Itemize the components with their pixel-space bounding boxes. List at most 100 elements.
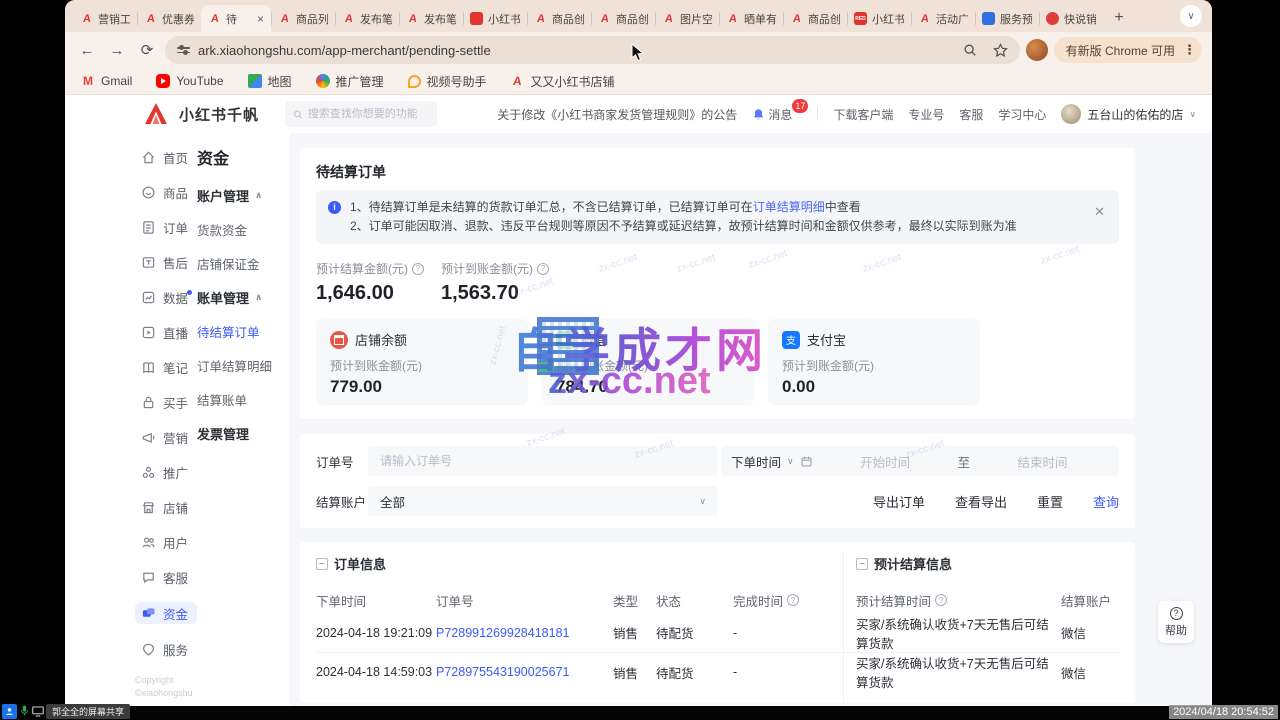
sidebar-item-goods[interactable]: 商品 (135, 182, 197, 202)
bookmark-channels-helper[interactable]: 视频号助手 (408, 73, 487, 90)
browser-tab[interactable]: 服务预 (975, 5, 1039, 32)
query-button[interactable]: 查询 (1093, 492, 1119, 511)
search-icon[interactable] (963, 43, 977, 57)
tab-close-icon[interactable]: × (257, 13, 264, 25)
browser-tab[interactable]: 发布笔 (335, 5, 399, 32)
submenu-group-invoice[interactable]: 发票管理 (197, 424, 290, 443)
submenu-item-goods-funds[interactable]: 货款资金 (197, 220, 290, 239)
bookmark-gmail[interactable]: Gmail (81, 74, 132, 88)
browser-tab[interactable]: 小红书 (463, 5, 527, 32)
sidebar-item-promotion[interactable]: 推广 (135, 462, 197, 482)
collapse-icon[interactable]: − (856, 558, 868, 570)
table-group-divider (843, 552, 844, 703)
order-number-link[interactable]: P728991269928418181 (436, 626, 613, 640)
browser-tab[interactable]: 图片空 (655, 5, 719, 32)
chrome-update-chip[interactable]: 有新版 Chrome 可用 ⋮ (1054, 37, 1202, 63)
browser-tab[interactable]: 发布笔 (399, 5, 463, 32)
nav-customer-service[interactable]: 客服 (959, 106, 983, 123)
filter-panel: 订单号 下单时间 ∨ 开始时间 至 结束时间 (300, 434, 1135, 528)
store-switcher[interactable]: 五台山的佑佑的店 ∨ (1061, 104, 1196, 124)
submenu-item-settle-bill[interactable]: 结算账单 (197, 390, 290, 409)
microphone-icon (19, 705, 30, 717)
browser-tab[interactable]: 晒单有 (719, 5, 783, 32)
browser-tab-active[interactable]: 待× (201, 5, 271, 32)
address-bar[interactable]: ark.xiaohongshu.com/app-merchant/pending… (165, 36, 1020, 64)
profile-avatar[interactable] (1026, 39, 1048, 61)
submenu-item-settle-detail[interactable]: 订单结算明细 (197, 356, 290, 375)
funds-icon (141, 606, 156, 621)
url-text[interactable]: ark.xiaohongshu.com/app-merchant/pending… (198, 43, 491, 58)
browser-tab[interactable]: 商品创 (527, 5, 591, 32)
screen: 营销工 优惠券 待× 商品列 发布笔 发布笔 小红书 商品创 商品创 图片空 晒… (0, 0, 1280, 720)
system-timestamp: 2024/04/18 20:54:52 (1169, 705, 1278, 719)
browser-tab[interactable]: 优惠券 (137, 5, 201, 32)
browser-tab[interactable]: 快说销 (1039, 5, 1103, 32)
browser-tab[interactable]: 商品列 (271, 5, 335, 32)
help-tooltip-icon[interactable]: ? (787, 594, 799, 606)
sidebar-item-live[interactable]: 直播 (135, 322, 197, 342)
submenu-group-bills[interactable]: 账单管理∧ (197, 288, 290, 307)
submenu-item-deposit[interactable]: 店铺保证金 (197, 254, 290, 273)
tab-search-chevron-icon[interactable]: ∨ (1180, 5, 1202, 27)
sidebar-item-funds[interactable]: 资金 (135, 602, 197, 624)
sidebar-item-data[interactable]: 数据 (135, 287, 197, 307)
nav-download-client[interactable]: 下载客户端 (833, 106, 893, 123)
sidebar-item-home[interactable]: 首页 (135, 147, 197, 167)
function-search[interactable] (285, 101, 437, 127)
browser-tab[interactable]: 营销工 (73, 5, 137, 32)
alipay-icon (782, 331, 800, 349)
bookmark-youtube[interactable]: YouTube (156, 74, 223, 88)
participant-icon (2, 704, 17, 719)
settle-detail-link[interactable]: 订单结算明细 (753, 200, 825, 214)
order-number-link[interactable]: P728975543190025671 (436, 665, 613, 679)
view-exports-button[interactable]: 查看导出 (955, 492, 1007, 511)
site-settings-icon[interactable] (177, 47, 190, 53)
reset-button[interactable]: 重置 (1037, 492, 1063, 511)
account-select[interactable]: 全部 ∨ (368, 486, 718, 516)
browser-tab[interactable]: 活动广 (911, 5, 975, 32)
sidebar-item-shop[interactable]: 店铺 (135, 497, 197, 517)
screen-share-widget[interactable]: 郭全全的屏幕共享 (2, 703, 130, 719)
browser-tab[interactable]: 商品创 (783, 5, 847, 32)
order-no-input[interactable] (380, 454, 706, 468)
bookmark-star-icon[interactable] (993, 43, 1008, 58)
nav-learning-center[interactable]: 学习中心 (998, 106, 1046, 123)
function-search-input[interactable] (308, 108, 429, 120)
forward-button[interactable]: → (105, 38, 129, 62)
data-icon (141, 290, 156, 305)
bookmark-maps[interactable]: 地图 (248, 73, 292, 90)
help-button[interactable]: ? 帮助 (1158, 601, 1194, 643)
bookmark-promo-manage[interactable]: 推广管理 (316, 73, 384, 90)
help-tooltip-icon[interactable]: ? (537, 263, 549, 275)
browser-menu-icon[interactable]: ⋮ (1183, 42, 1196, 58)
reload-button[interactable]: ⟳ (135, 38, 159, 62)
sidebar-item-orders[interactable]: 订单 (135, 217, 197, 237)
sidebar-item-service-chat[interactable]: 客服 (135, 567, 197, 587)
sidebar-item-marketing[interactable]: 营销 (135, 427, 197, 447)
time-type-select[interactable]: 下单时间 (731, 452, 781, 471)
notice-close-icon[interactable]: ✕ (1094, 202, 1105, 221)
browser-tab[interactable]: 商品创 (591, 5, 655, 32)
messages[interactable]: 消息 17 (752, 106, 802, 123)
help-tooltip-icon[interactable]: ? (935, 594, 947, 606)
sidebar-item-users[interactable]: 用户 (135, 532, 197, 552)
end-time-placeholder[interactable]: 结束时间 (976, 452, 1109, 471)
export-orders-button[interactable]: 导出订单 (873, 492, 925, 511)
announcement-link[interactable]: 关于修改《小红书商家发货管理规则》的公告 (497, 106, 737, 123)
nav-pro-account[interactable]: 专业号 (908, 106, 944, 123)
bookmark-xhs-shop[interactable]: 又又小红书店铺 (511, 73, 615, 90)
sidebar-item-aftersale[interactable]: 售后 (135, 252, 197, 272)
promo-icon (316, 74, 330, 88)
sidebar-item-notes[interactable]: 笔记 (135, 357, 197, 377)
submenu-item-pending-settle[interactable]: 待结算订单 (197, 322, 290, 341)
back-button[interactable]: ← (75, 38, 99, 62)
browser-tab[interactable]: 小红书 (847, 5, 911, 32)
chevron-down-icon: ∨ (787, 456, 794, 467)
submenu-group-account[interactable]: 账户管理∧ (197, 186, 290, 205)
new-tab-button[interactable]: + (1107, 6, 1131, 30)
help-tooltip-icon[interactable]: ? (412, 263, 424, 275)
start-time-placeholder[interactable]: 开始时间 (819, 452, 952, 471)
sidebar-item-service[interactable]: 服务 (135, 639, 197, 659)
sidebar-item-buyer[interactable]: 买手 (135, 392, 197, 412)
collapse-icon[interactable]: − (316, 558, 328, 570)
